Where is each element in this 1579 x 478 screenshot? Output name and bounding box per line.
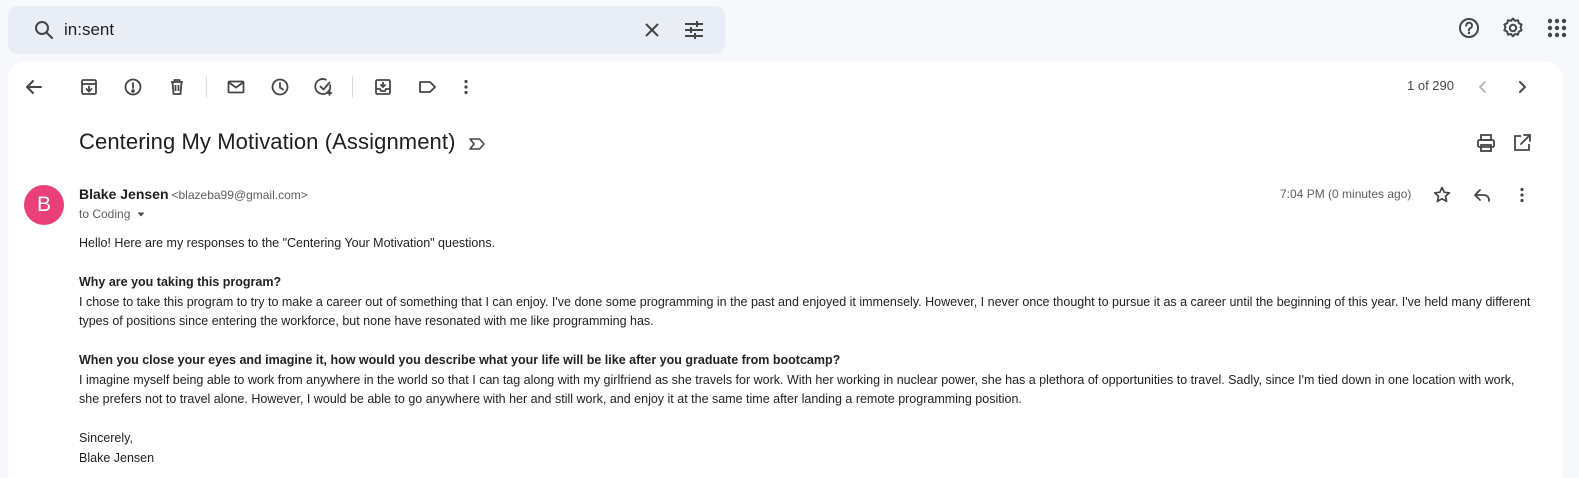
sender-avatar[interactable]: B xyxy=(24,185,64,225)
mark-unread-mail-icon[interactable] xyxy=(222,73,250,101)
pagination-count: 1 of 290 xyxy=(1407,78,1454,93)
body-signature: Blake Jensen xyxy=(79,450,155,465)
search-options-icon[interactable] xyxy=(680,16,708,44)
help-icon[interactable] xyxy=(1455,14,1483,42)
older-chevron-right-icon[interactable] xyxy=(1508,73,1536,101)
archive-icon[interactable] xyxy=(75,73,103,101)
sender-email: <blazeba99@gmail.com> xyxy=(171,188,308,202)
reply-icon[interactable] xyxy=(1470,183,1494,207)
open-new-window-icon[interactable] xyxy=(1510,131,1534,155)
search-input[interactable] xyxy=(64,18,624,42)
toolbar-divider xyxy=(206,76,207,98)
email-view: 1 of 290 Centering My Motivation (Assign… xyxy=(8,62,1563,478)
settings-gear-icon[interactable] xyxy=(1499,14,1527,42)
more-options-icon[interactable] xyxy=(452,73,480,101)
recipient-details-toggle[interactable]: to Coding xyxy=(79,207,146,221)
recipient-label: to Coding xyxy=(79,207,131,221)
apps-grid-icon[interactable] xyxy=(1543,14,1571,42)
clear-search-icon[interactable] xyxy=(638,16,666,44)
add-to-tasks-icon[interactable] xyxy=(310,73,338,101)
toolbar-divider xyxy=(352,76,353,98)
snooze-clock-icon[interactable] xyxy=(266,73,294,101)
sender-name[interactable]: Blake Jensen xyxy=(79,186,169,202)
caret-down-icon[interactable] xyxy=(136,209,146,219)
email-body: Hello! Here are my responses to the "Cen… xyxy=(79,234,1531,468)
star-icon[interactable] xyxy=(1430,183,1454,207)
move-to-icon[interactable] xyxy=(369,73,397,101)
body-closing: Sincerely, xyxy=(79,431,133,445)
important-marker-icon[interactable] xyxy=(466,133,488,155)
email-subject: Centering My Motivation (Assignment) xyxy=(79,129,456,154)
print-icon[interactable] xyxy=(1474,131,1498,155)
delete-trash-icon[interactable] xyxy=(163,73,191,101)
search-bar xyxy=(8,6,725,54)
report-spam-icon[interactable] xyxy=(119,73,147,101)
search-icon[interactable] xyxy=(32,18,56,42)
body-question-2: When you close your eyes and imagine it,… xyxy=(79,353,841,367)
body-greeting: Hello! Here are my responses to the "Cen… xyxy=(79,236,496,250)
message-more-icon[interactable] xyxy=(1510,183,1534,207)
body-answer-1: I chose to take this program to try to m… xyxy=(79,294,1531,329)
back-arrow-icon[interactable] xyxy=(20,73,48,101)
body-question-1: Why are you taking this program? xyxy=(79,275,282,289)
label-tag-icon[interactable] xyxy=(413,73,441,101)
sender-line: Blake Jensen <blazeba99@gmail.com> xyxy=(79,186,308,202)
top-right-actions xyxy=(1455,14,1571,42)
email-timestamp: 7:04 PM (0 minutes ago) xyxy=(1280,187,1412,201)
newer-chevron-left-icon[interactable] xyxy=(1469,73,1497,101)
body-answer-2: I imagine myself being able to work from… xyxy=(79,372,1515,407)
email-toolbar: 1 of 290 xyxy=(8,62,1563,108)
